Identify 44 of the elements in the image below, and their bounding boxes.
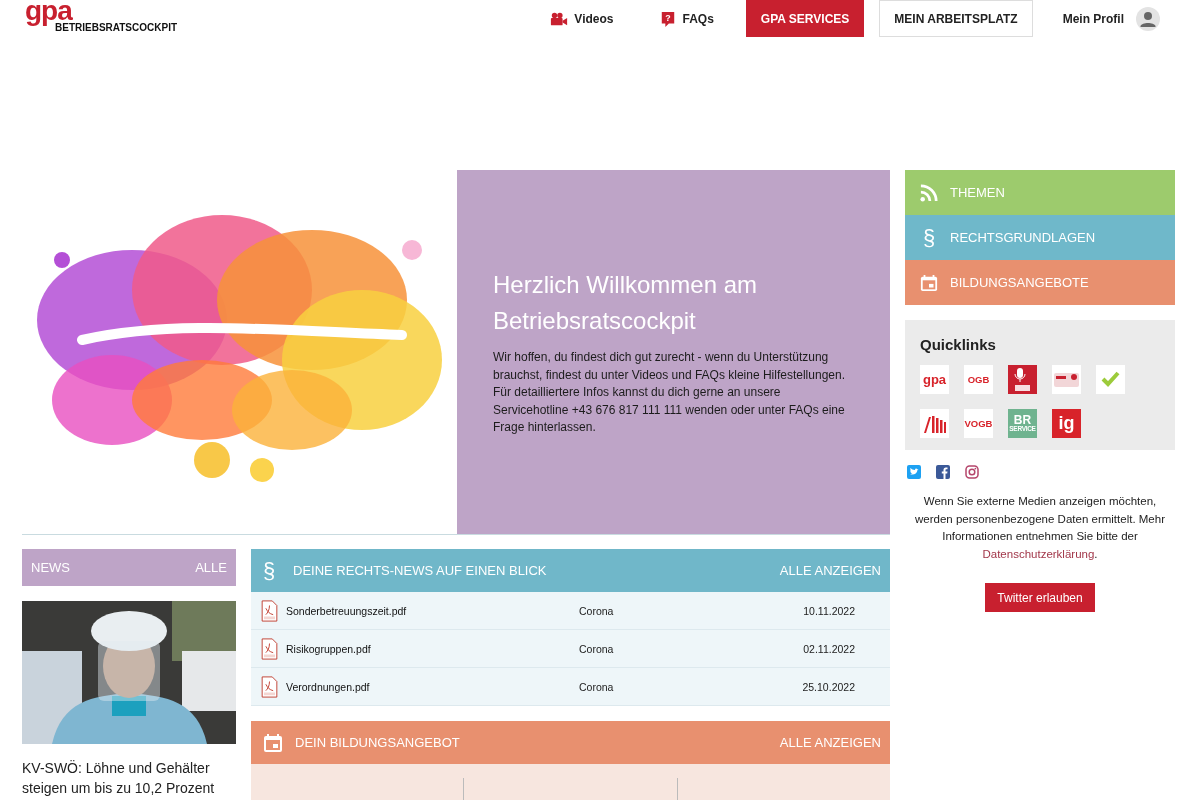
pdf-file-icon — [261, 675, 278, 698]
quicklinks-title: Quicklinks — [920, 336, 997, 353]
profile-link[interactable]: Mein Profil — [1062, 6, 1160, 31]
member-card-icon[interactable] — [1052, 365, 1081, 394]
quicklink-logo[interactable]: gpa — [920, 365, 949, 394]
microphone-logo-icon[interactable] — [1008, 365, 1037, 394]
education-title: DEIN BILDUNGSANGEBOT — [295, 735, 461, 750]
avatar-icon — [1136, 6, 1160, 31]
quicklink-logo[interactable]: ig — [1052, 409, 1081, 438]
workplace-button[interactable]: MEIN ARBEITSPLATZ — [879, 0, 1033, 37]
news-headline[interactable]: KV-SWÖ: Löhne und Gehälter steigen um bis zu 10,2 Prozent — [22, 758, 236, 798]
paragraph-icon: § — [920, 224, 938, 251]
document-link[interactable]: Sonderbetreuungszeit.pdf — [286, 604, 407, 617]
legal-news-title: DEINE RECHTS-NEWS AUF EINEN BLICK — [293, 563, 548, 578]
faq-link[interactable]: ? FAQs — [658, 10, 714, 27]
date-cell: 25.10.2022 — [802, 680, 855, 693]
quicklink-logo[interactable]: OGB — [964, 365, 993, 394]
instagram-icon[interactable] — [965, 465, 979, 479]
video-camera-icon — [550, 10, 569, 27]
rss-icon — [920, 183, 938, 202]
paragraph-icon: § — [263, 557, 281, 584]
privacy-notice: Wenn Sie externe Medien anzeigen möchten, werden personenbezogene Daten ermittelt. Mehr Informationen entnehmen Sie bitte der Datenschutzerklärung. — [914, 494, 1166, 562]
topic-cell-text: Corona — [579, 680, 615, 693]
document-link[interactable]: Verordnungen.pdf — [286, 680, 370, 693]
facebook-icon[interactable] — [936, 465, 950, 479]
checkmark-icon[interactable] — [1096, 365, 1125, 394]
pdf-file-icon — [261, 599, 278, 622]
pdf-file-icon — [261, 637, 278, 660]
news-title: NEWS — [31, 560, 70, 575]
calendar-icon — [263, 732, 283, 753]
welcome-text: Wir hoffen, du findest dich gut zurecht - wenn du Unterstützung brauchst, findest du unter Videos und FAQs kleine Hilfestellungen. Für detailliertere Infos kannst du dich gerne an unsere Servicehotline +43 676 817 111 111 wenden oder unter FAQs eine Frage hinterlassen. — [493, 349, 846, 437]
document-link[interactable]: Risikogruppen.pdf — [286, 642, 371, 655]
date-cell: 10.11.2022 — [803, 604, 855, 617]
services-button[interactable]: GPA SERVICES — [745, 0, 865, 37]
calendar-icon — [920, 273, 938, 292]
videos-link[interactable]: Videos — [550, 10, 614, 27]
twitter-icon[interactable] — [907, 465, 921, 479]
books-icon[interactable] — [920, 409, 949, 438]
date-cell: 02.11.2022 — [803, 642, 855, 655]
topic-cell-text: Corona — [579, 604, 615, 617]
welcome-heading: Herzlich Willkommen am Betriebsratscockpit — [493, 270, 759, 337]
allow-twitter-button[interactable]: Twitter erlauben — [985, 583, 1095, 612]
quicklink-logo[interactable]: VOGB — [964, 409, 993, 438]
topic-cell-text: Corona — [579, 642, 615, 655]
